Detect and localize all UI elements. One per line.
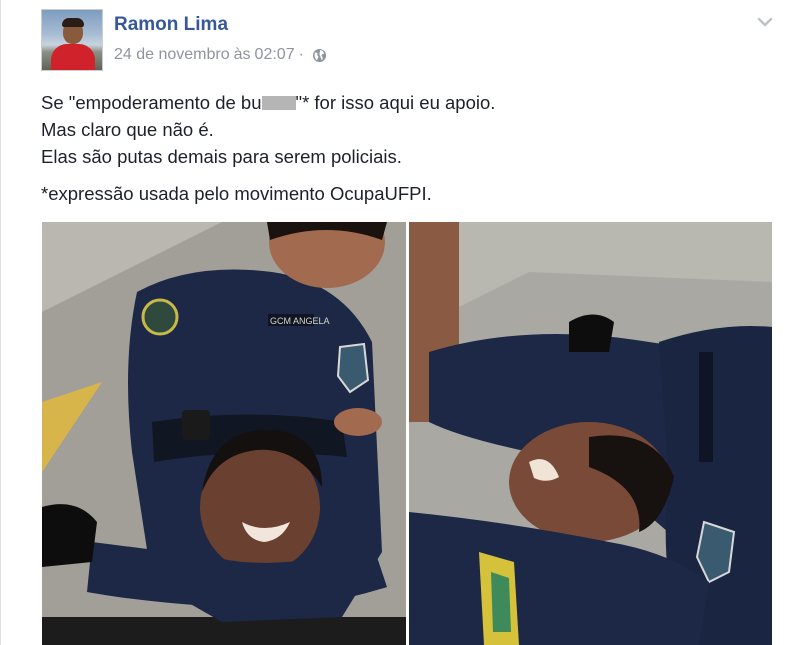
post-text-line-4: *expressão usada pelo movimento OcupaUFP… (41, 183, 432, 204)
author-name-link[interactable]: Ramon Lima (114, 14, 228, 36)
chevron-down-icon[interactable] (755, 12, 775, 32)
meta-dot: · (298, 46, 304, 63)
post-message: Se "empoderamento de bu "* for isso aqui … (41, 89, 781, 207)
post-photo-left-image: GCM ANGELA (42, 222, 406, 645)
post-photo-right[interactable] (409, 222, 772, 645)
timestamp-separator: às (233, 46, 251, 63)
timestamp-date[interactable]: 24 de novembro (114, 46, 230, 64)
timestamp-time[interactable]: 02:07 (255, 46, 295, 64)
post-text-line-2: Mas claro que não é. (41, 119, 214, 140)
post-text-line-1-start: Se "empoderamento de bu (41, 92, 262, 113)
avatar-shirt (51, 44, 95, 70)
post-timestamp[interactable]: 24 de novembro às 02:07 · (114, 46, 327, 64)
avatar-hair (62, 18, 84, 27)
photo-grid: GCM ANGELA (42, 222, 772, 645)
post-photo-left[interactable]: GCM ANGELA (42, 222, 406, 645)
post-text-line-3: Elas são putas demais para serem policia… (41, 146, 402, 167)
avatar[interactable] (41, 9, 103, 71)
post-card: Ramon Lima 24 de novembro às 02:07 · Se … (0, 0, 800, 645)
uniform-name-tag: GCM ANGELA (270, 316, 330, 326)
globe-icon[interactable] (312, 48, 327, 63)
post-text-line-1: Se "empoderamento de bu "* for isso aqui … (41, 89, 781, 116)
post-text-line-1-end: "* for isso aqui eu apoio. (295, 92, 496, 113)
censor-bar (261, 96, 296, 110)
post-photo-right-image (409, 222, 772, 645)
